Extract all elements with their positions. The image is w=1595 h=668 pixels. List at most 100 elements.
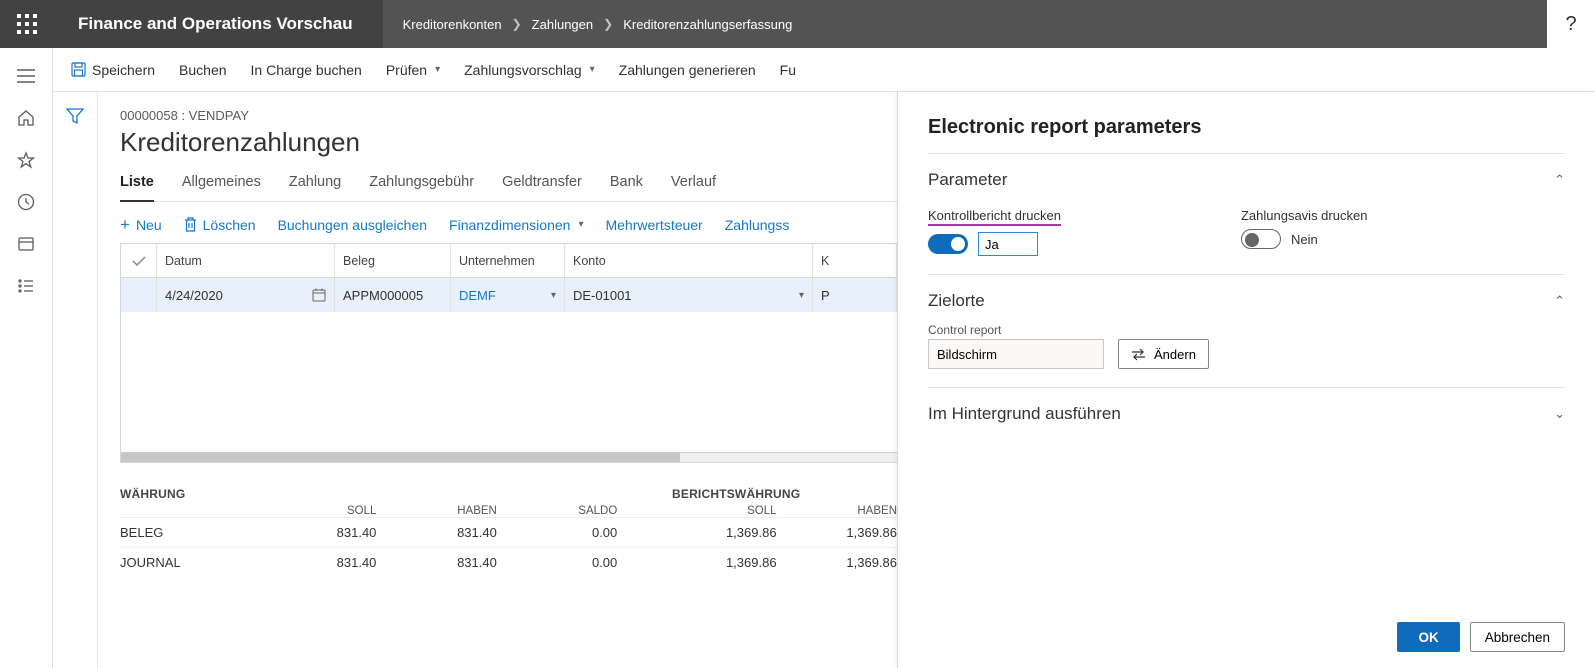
nav-menu-button[interactable] <box>14 64 38 88</box>
column-header-extra[interactable]: K <box>813 244 897 277</box>
transfer-icon <box>1131 348 1146 361</box>
totals-col-soll: SOLL <box>256 505 376 517</box>
tab-allgemeines[interactable]: Allgemeines <box>182 170 261 201</box>
list-toolbar: +Neu Löschen Buchungen ausgleichen Finan… <box>120 216 897 233</box>
tab-bank[interactable]: Bank <box>610 170 643 201</box>
delete-button[interactable]: Löschen <box>184 217 256 233</box>
chevron-down-icon: ▾ <box>551 290 556 301</box>
toggle-kontrollbericht[interactable] <box>928 234 968 254</box>
cell-extra[interactable]: P <box>813 278 897 312</box>
row-select[interactable] <box>121 278 157 312</box>
chevron-down-icon: ⌄ <box>1554 406 1565 422</box>
plus-icon: + <box>120 216 130 233</box>
change-destination-button[interactable]: Ändern <box>1118 339 1209 369</box>
tab-verlauf[interactable]: Verlauf <box>671 170 716 201</box>
breadcrumb: Kreditorenkonten ❯ Zahlungen ❯ Kreditore… <box>383 0 1595 48</box>
totals-col-saldo: SALDO <box>497 505 617 517</box>
control-report-dest-input[interactable] <box>928 339 1104 369</box>
pane-title: Electronic report parameters <box>928 116 1565 139</box>
tabs: Liste Allgemeines Zahlung Zahlungsgebühr… <box>120 170 897 202</box>
breadcrumb-kreditorenzahlungserfassung[interactable]: Kreditorenzahlungserfassung <box>623 17 792 32</box>
help-button[interactable]: ? <box>1547 0 1595 48</box>
nav-recent[interactable] <box>14 190 38 214</box>
app-launcher[interactable] <box>0 0 53 48</box>
column-header-unternehmen[interactable]: Unternehmen <box>451 244 565 277</box>
grid-scrollbar[interactable] <box>121 452 897 463</box>
chevron-down-icon: ▾ <box>590 64 595 75</box>
waffle-icon <box>17 14 37 34</box>
toggle-kontrollbericht-value[interactable] <box>978 232 1038 256</box>
check-icon <box>132 256 146 266</box>
chevron-down-icon: ▾ <box>799 290 804 301</box>
breadcrumb-kreditorenkonten[interactable]: Kreditorenkonten <box>403 17 502 32</box>
label-zahlungsavis-drucken: Zahlungsavis drucken <box>1241 208 1367 223</box>
section-zielorte: Zielorte ⌃ Control report Ändern <box>928 274 1565 387</box>
filter-icon <box>66 108 84 124</box>
chevron-down-icon: ▾ <box>578 219 583 230</box>
cell-beleg[interactable]: APPM000005 <box>335 278 451 312</box>
electronic-report-pane: Electronic report parameters Parameter ⌃… <box>897 92 1595 668</box>
vat-button[interactable]: Mehrwertsteuer <box>605 217 702 233</box>
calendar-icon[interactable] <box>312 288 326 302</box>
totals-col-rhaben: HABEN <box>777 505 897 517</box>
tab-liste[interactable]: Liste <box>120 170 154 202</box>
post-button[interactable]: Buchen <box>179 62 226 78</box>
save-button[interactable]: Speichern <box>71 62 155 78</box>
select-all-checkbox[interactable] <box>121 244 157 277</box>
tab-geldtransfer[interactable]: Geldtransfer <box>502 170 582 201</box>
chevron-right-icon: ❯ <box>603 17 613 31</box>
breadcrumb-zahlungen[interactable]: Zahlungen <box>532 17 593 32</box>
totals-group-waehrung: WÄHRUNG <box>120 487 260 501</box>
app-bar: Finance and Operations Vorschau Kreditor… <box>0 0 1595 48</box>
post-batch-button[interactable]: In Charge buchen <box>251 62 362 78</box>
totals-row-journal: JOURNAL 831.40 831.40 0.00 1,369.86 1,36… <box>120 547 897 577</box>
nav-modules[interactable] <box>14 274 38 298</box>
section-header-hintergrund[interactable]: Im Hintergrund ausführen ⌄ <box>928 404 1565 424</box>
cancel-button[interactable]: Abbrechen <box>1470 622 1565 652</box>
nav-home[interactable] <box>14 106 38 130</box>
validate-dropdown[interactable]: Prüfen▾ <box>386 62 440 78</box>
generate-payments-button[interactable]: Zahlungen generieren <box>619 62 756 78</box>
page-title: Kreditorenzahlungen <box>120 127 897 158</box>
tab-zahlung[interactable]: Zahlung <box>289 170 341 201</box>
cell-unternehmen[interactable]: DEMF▾ <box>451 278 565 312</box>
label-control-report: Control report <box>928 323 1104 337</box>
column-header-konto[interactable]: Konto <box>565 244 813 277</box>
tab-zahlungsgebuehr[interactable]: Zahlungsgebühr <box>369 170 474 201</box>
section-header-parameter[interactable]: Parameter ⌃ <box>928 170 1565 190</box>
cell-datum[interactable]: 4/24/2020 <box>157 278 335 312</box>
chevron-up-icon: ⌃ <box>1554 293 1565 309</box>
table-row[interactable]: 4/24/2020 APPM000005 DEMF▾ DE-01001▾ P <box>121 278 897 312</box>
ok-button[interactable]: OK <box>1397 622 1459 652</box>
totals-col-haben: HABEN <box>376 505 496 517</box>
nav-workspaces[interactable] <box>14 232 38 256</box>
save-icon <box>71 62 86 77</box>
action-bar: Speichern Buchen In Charge buchen Prüfen… <box>53 48 1595 92</box>
section-header-zielorte[interactable]: Zielorte ⌃ <box>928 291 1565 311</box>
trash-icon <box>184 217 197 232</box>
totals-group-berichtswaehrung: BERICHTSWÄHRUNG <box>672 487 800 501</box>
functions-dropdown[interactable]: Fu <box>780 62 796 78</box>
nav-favorites[interactable] <box>14 148 38 172</box>
column-header-beleg[interactable]: Beleg <box>335 244 451 277</box>
app-title: Finance and Operations Vorschau <box>53 0 383 48</box>
toggle-zahlungsavis[interactable] <box>1241 229 1281 249</box>
financial-dimensions-dropdown[interactable]: Finanzdimensionen▾ <box>449 217 583 233</box>
chevron-down-icon: ▾ <box>435 64 440 75</box>
totals-col-rsoll: SOLL <box>656 505 776 517</box>
section-hintergrund: Im Hintergrund ausführen ⌄ <box>928 387 1565 432</box>
settle-transactions-button[interactable]: Buchungen ausgleichen <box>278 217 427 233</box>
payments-grid: Datum Beleg Unternehmen Konto K 4/24/202… <box>120 243 897 463</box>
cell-konto[interactable]: DE-01001▾ <box>565 278 813 312</box>
page-subtitle: 00000058 : VENDPAY <box>120 108 897 123</box>
filter-sidebar <box>53 92 98 668</box>
new-button[interactable]: +Neu <box>120 216 162 233</box>
chevron-up-icon: ⌃ <box>1554 172 1565 188</box>
totals-row-beleg: BELEG 831.40 831.40 0.00 1,369.86 1,369.… <box>120 517 897 547</box>
label-kontrollbericht-drucken: Kontrollbericht drucken <box>928 208 1061 226</box>
nav-rail <box>0 48 53 668</box>
payment-status-button[interactable]: Zahlungss <box>725 217 790 233</box>
filter-button[interactable] <box>66 108 84 668</box>
payment-proposal-dropdown[interactable]: Zahlungsvorschlag▾ <box>464 62 595 78</box>
column-header-datum[interactable]: Datum <box>157 244 335 277</box>
